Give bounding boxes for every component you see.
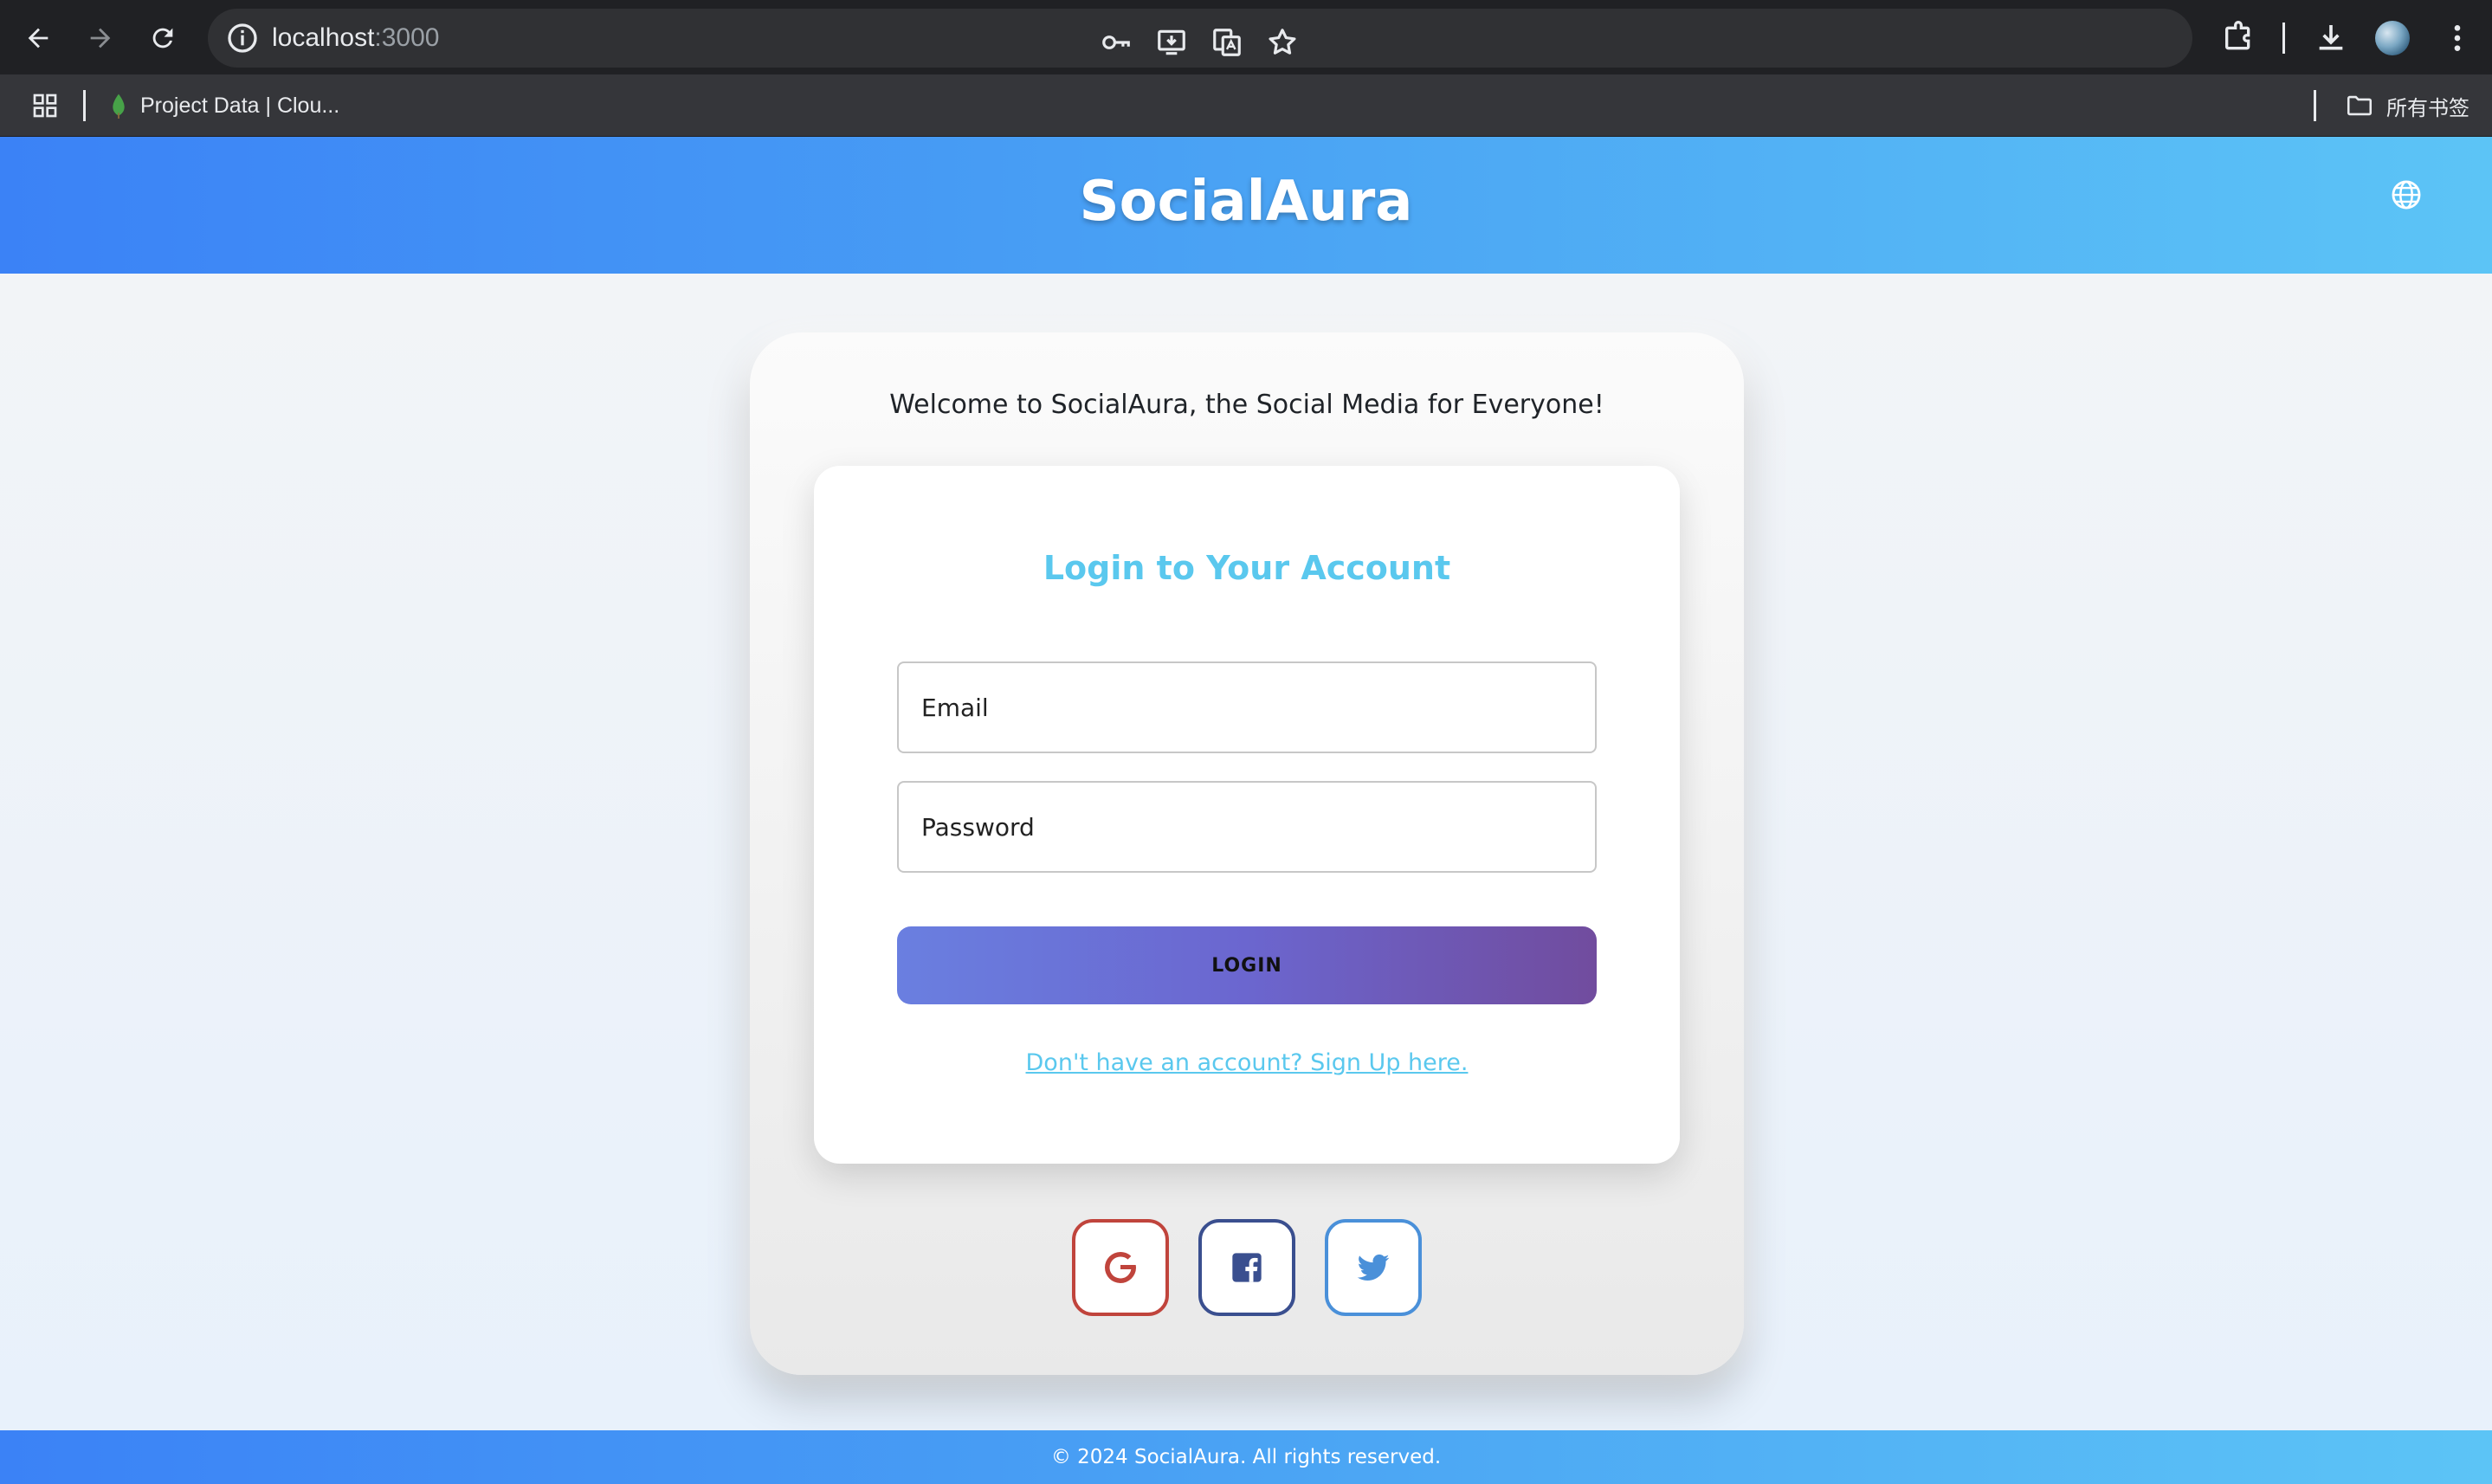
key-icon[interactable] bbox=[1100, 26, 1133, 59]
address-bar[interactable]: localhost:3000 bbox=[208, 9, 2192, 68]
welcome-card: Welcome to SocialAura, the Social Media … bbox=[750, 332, 1744, 1375]
browser-toolbar: localhost:3000 bbox=[0, 0, 2492, 74]
url-host: localhost bbox=[272, 23, 375, 52]
bookmarks-divider-right bbox=[2314, 90, 2316, 121]
url-text: localhost:3000 bbox=[272, 9, 439, 68]
back-arrow-icon[interactable] bbox=[14, 14, 62, 62]
globe-icon[interactable] bbox=[2390, 178, 2423, 211]
app-footer: © 2024 SocialAura. All rights reserved. bbox=[0, 1430, 2492, 1484]
all-bookmarks-label: 所有书签 bbox=[2386, 96, 2469, 120]
login-title: Login to Your Account bbox=[1043, 549, 1451, 587]
translate-icon[interactable] bbox=[1210, 26, 1243, 59]
forward-arrow-icon[interactable] bbox=[76, 14, 125, 62]
login-button[interactable]: LOGIN bbox=[897, 926, 1597, 1004]
toolbar-divider bbox=[2282, 23, 2285, 54]
download-icon[interactable] bbox=[2314, 21, 2348, 55]
app-header: SocialAura bbox=[0, 137, 2492, 274]
star-icon[interactable] bbox=[1266, 26, 1299, 59]
url-port: :3000 bbox=[374, 23, 440, 52]
mongodb-leaf-icon bbox=[113, 94, 125, 119]
signup-link[interactable]: Don't have an account? Sign Up here. bbox=[814, 1049, 1680, 1076]
google-icon bbox=[1105, 1252, 1136, 1283]
welcome-text: Welcome to SocialAura, the Social Media … bbox=[889, 390, 1604, 420]
facebook-icon bbox=[1232, 1253, 1262, 1282]
all-bookmarks[interactable]: 所有书签 bbox=[2345, 87, 2469, 125]
apps-grid-icon[interactable] bbox=[31, 92, 59, 119]
bookmark-project-data[interactable]: Project Data | Clou... bbox=[109, 87, 339, 125]
kebab-menu-icon[interactable] bbox=[2440, 21, 2475, 55]
profile-avatar[interactable] bbox=[2375, 21, 2410, 55]
login-form: Login to Your Account LOGIN Don't have a… bbox=[814, 466, 1680, 1164]
bookmarks-divider bbox=[83, 90, 86, 121]
bookmark-label: Project Data | Clou... bbox=[140, 93, 340, 118]
reload-icon[interactable] bbox=[139, 14, 187, 62]
twitter-icon bbox=[1357, 1254, 1390, 1281]
main-content: Welcome to SocialAura, the Social Media … bbox=[0, 274, 2492, 1430]
puzzle-icon[interactable] bbox=[2221, 21, 2256, 55]
twitter-login-button[interactable] bbox=[1325, 1219, 1422, 1316]
info-icon[interactable] bbox=[225, 21, 260, 55]
folder-icon bbox=[2347, 95, 2373, 116]
password-field[interactable] bbox=[897, 781, 1597, 873]
install-app-icon[interactable] bbox=[1155, 26, 1188, 59]
footer-text: © 2024 SocialAura. All rights reserved. bbox=[1050, 1446, 1442, 1468]
google-login-button[interactable] bbox=[1072, 1219, 1169, 1316]
app-title: SocialAura bbox=[1079, 170, 1413, 234]
facebook-login-button[interactable] bbox=[1198, 1219, 1295, 1316]
email-field[interactable] bbox=[897, 661, 1597, 753]
bookmarks-bar: Project Data | Clou... 所有书签 bbox=[0, 74, 2492, 137]
